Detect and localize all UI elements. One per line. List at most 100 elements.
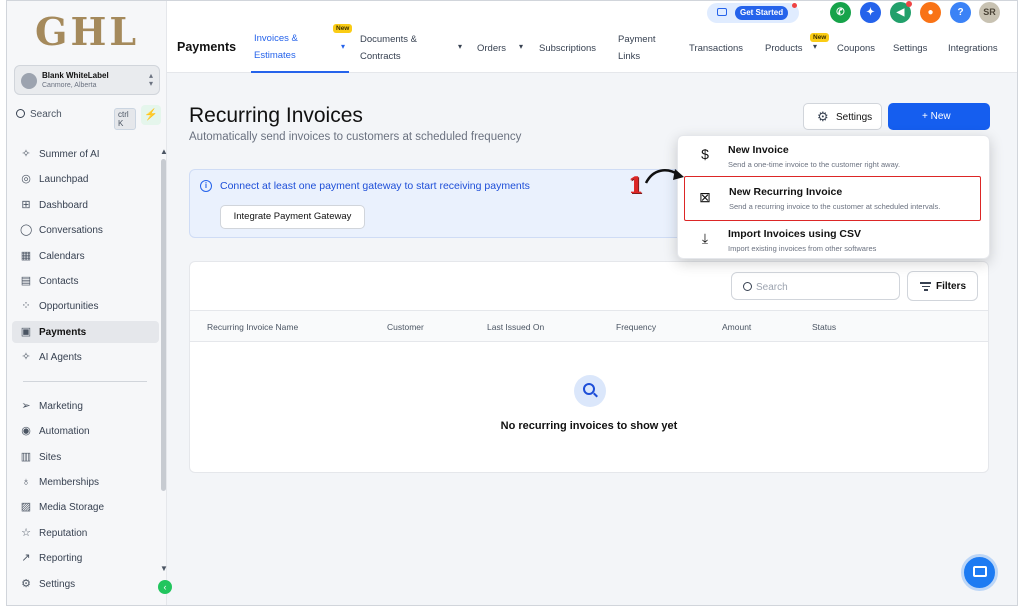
grid-icon: ⊞ xyxy=(21,199,31,211)
scroll-up-icon[interactable]: ▲ xyxy=(160,147,168,156)
page-title: Recurring Invoices xyxy=(189,104,363,127)
column-header[interactable]: Frequency xyxy=(616,322,656,332)
menu-item-new-recurring-invoice[interactable]: ⊠ New Recurring Invoice Send a recurring… xyxy=(684,176,981,221)
sidebar-item-sites[interactable]: ▥ Sites xyxy=(7,446,159,468)
curved-arrow-icon xyxy=(644,169,684,184)
sidebar-search[interactable]: Search ctrl K xyxy=(14,105,136,130)
star-icon: ☆ xyxy=(21,527,31,539)
banner-message: Connect at least one payment gateway to … xyxy=(220,180,530,192)
integrate-gateway-button[interactable]: Integrate Payment Gateway xyxy=(220,205,365,229)
chat-widget-icon[interactable] xyxy=(961,554,998,591)
search-label: Search xyxy=(30,109,62,120)
search-shortcut: ctrl K xyxy=(114,108,136,130)
scroll-down-icon[interactable]: ▼ xyxy=(160,564,168,573)
account-switcher[interactable]: Blank WhiteLabel Canmore, Alberta ▴ ▾ xyxy=(14,65,160,95)
membership-icon: ♁ xyxy=(21,476,31,488)
sidebar-item-reputation[interactable]: ☆ Reputation xyxy=(7,522,159,544)
active-tab-indicator xyxy=(251,71,349,73)
collapse-sidebar-icon[interactable]: ‹ xyxy=(158,580,172,594)
sidebar-item-conversations[interactable]: ◯ Conversations xyxy=(7,219,159,241)
image-icon: ▨ xyxy=(20,501,32,513)
menu-item-import-csv[interactable]: ⤓ Import Invoices using CSV Import exist… xyxy=(678,220,991,260)
sidebar-item-reporting[interactable]: ↗ Reporting xyxy=(7,547,159,569)
column-header[interactable]: Last Issued On xyxy=(487,322,544,332)
sparkles-icon: ✧ xyxy=(21,148,31,160)
chevron-down-icon: ▾ xyxy=(813,42,818,51)
tab-documents-contracts[interactable]: Documents & Contracts xyxy=(360,31,417,65)
new-dropdown-menu: $ New Invoice Send a one-time invoice to… xyxy=(677,135,990,259)
calendar-icon: ▦ xyxy=(20,250,32,262)
sidebar-item-opportunities[interactable]: ⁘ Opportunities xyxy=(7,295,159,317)
new-button[interactable]: + New xyxy=(888,103,990,130)
chevron-down-icon: ▾ xyxy=(458,42,463,51)
megaphone-icon[interactable]: ◀ xyxy=(890,1,912,23)
brand-logo: GHL xyxy=(35,9,140,54)
section-title: Payments xyxy=(177,40,237,54)
tab-settings[interactable]: Settings xyxy=(893,40,927,57)
sidebar-item-settings[interactable]: ⚙ Settings xyxy=(7,573,159,595)
info-icon: i xyxy=(200,180,212,192)
quick-action-bolt-icon[interactable]: ⚡ xyxy=(141,105,161,125)
column-header[interactable]: Customer xyxy=(387,322,424,332)
rocket-icon: ◎ xyxy=(21,173,31,185)
empty-state-message: No recurring invoices to show yet xyxy=(500,420,678,432)
top-nav: Payments Invoices & Estimates New ▾ Docum… xyxy=(167,1,1017,73)
download-icon: ⤓ xyxy=(701,230,709,246)
account-name: Blank WhiteLabel xyxy=(42,71,109,80)
table-header: Recurring Invoice Name Customer Last Iss… xyxy=(190,310,988,342)
help-icon[interactable]: ? xyxy=(950,2,971,23)
dollar-icon: $ xyxy=(701,146,709,162)
menu-item-new-invoice[interactable]: $ New Invoice Send a one-time invoice to… xyxy=(678,136,991,176)
new-badge: New xyxy=(333,24,353,33)
tab-invoices-estimates[interactable]: Invoices & Estimates xyxy=(254,30,298,64)
sidebar-item-dashboard[interactable]: ⊞ Dashboard xyxy=(7,194,159,216)
tab-transactions[interactable]: Transactions xyxy=(689,40,743,57)
empty-search-icon xyxy=(574,375,606,407)
sidebar-item-automation[interactable]: ◉ Automation xyxy=(7,420,159,442)
opportunities-icon: ⁘ xyxy=(21,300,31,312)
tab-products[interactable]: Products xyxy=(765,40,803,57)
sidebar-item-payments[interactable]: ▣ Payments xyxy=(12,321,159,343)
sidebar-item-launchpad[interactable]: ◎ Launchpad xyxy=(7,168,159,190)
tab-payment-links[interactable]: Payment Links xyxy=(618,31,656,65)
column-header[interactable]: Status xyxy=(812,322,836,332)
tab-orders[interactable]: Orders xyxy=(477,40,506,57)
sidebar-item-ai-agents[interactable]: ✧ AI Agents xyxy=(7,346,159,368)
magic-wand-icon[interactable]: ✦ xyxy=(860,2,881,23)
sidebar-item-contacts[interactable]: ▤ Contacts xyxy=(7,270,159,292)
user-avatar[interactable]: SR xyxy=(979,2,1000,23)
chat-icon: ◯ xyxy=(20,224,33,236)
sidebar-item-summer-of-ai[interactable]: ✧ Summer of AI xyxy=(7,143,159,165)
gear-icon: ⚙ xyxy=(817,109,829,124)
sidebar-divider xyxy=(23,381,147,382)
tab-coupons[interactable]: Coupons xyxy=(837,40,875,57)
recurring-invoice-icon: ⊠ xyxy=(699,189,711,205)
phone-icon[interactable]: ✆ xyxy=(830,2,851,23)
column-header[interactable]: Amount xyxy=(722,322,751,332)
settings-button[interactable]: ⚙ Settings xyxy=(803,103,882,130)
notification-dot xyxy=(906,1,912,7)
filters-button[interactable]: Filters xyxy=(907,271,978,301)
sidebar-item-marketing[interactable]: ➢ Marketing xyxy=(7,395,159,417)
search-icon xyxy=(743,282,752,291)
search-icon xyxy=(16,109,25,118)
get-started-button[interactable]: Get Started xyxy=(707,3,799,23)
tab-integrations[interactable]: Integrations xyxy=(948,40,998,57)
receipt-icon: ▣ xyxy=(20,326,32,338)
sidebar-scrollbar[interactable] xyxy=(161,159,166,491)
bell-icon[interactable]: ● xyxy=(920,2,941,23)
account-avatar-icon xyxy=(21,73,37,89)
sidebar-item-memberships[interactable]: ♁ Memberships xyxy=(7,471,159,493)
app-window: GHL Blank WhiteLabel Canmore, Alberta ▴ ▾… xyxy=(6,0,1018,606)
tab-subscriptions[interactable]: Subscriptions xyxy=(539,40,596,57)
sidebar-item-media-storage[interactable]: ▨ Media Storage xyxy=(7,496,159,518)
sites-icon: ▥ xyxy=(20,451,32,463)
automation-icon: ◉ xyxy=(21,425,31,437)
sparkles-icon: ✧ xyxy=(21,351,31,363)
sidebar-item-calendars[interactable]: ▦ Calendars xyxy=(7,245,159,267)
contact-card-icon: ▤ xyxy=(20,275,32,287)
table-search-input[interactable]: Search xyxy=(731,272,900,300)
notification-dot xyxy=(792,3,797,8)
gear-icon: ⚙ xyxy=(21,578,31,590)
column-header[interactable]: Recurring Invoice Name xyxy=(207,322,298,332)
